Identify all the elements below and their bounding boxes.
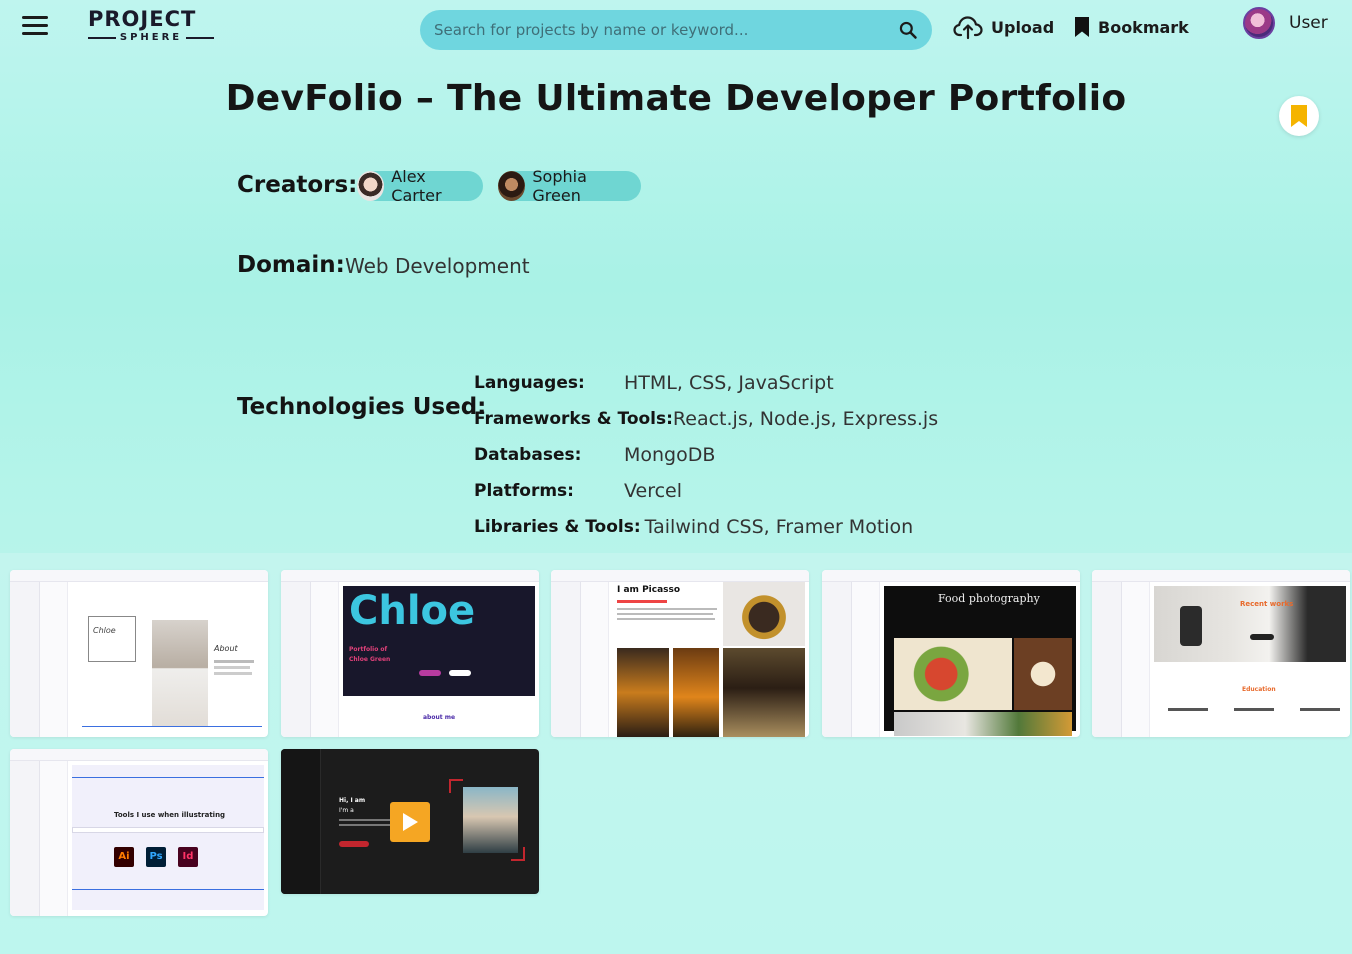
search-bar	[420, 10, 932, 50]
tech-row-libraries: Libraries & Tools: Tailwind CSS, Framer …	[474, 513, 913, 541]
bookmark-icon	[1075, 17, 1089, 37]
thumb-text: I am Picasso	[617, 585, 681, 595]
avatar	[498, 171, 526, 201]
bookmark-icon	[1291, 105, 1307, 127]
search-input[interactable]	[434, 10, 884, 50]
tech-value: HTML, CSS, JavaScript	[624, 372, 834, 394]
tech-value: Vercel	[624, 480, 683, 502]
gallery-thumbnail[interactable]: I am Picasso	[551, 570, 809, 737]
play-icon	[403, 813, 418, 831]
thumb-text: Recent works	[1240, 600, 1294, 608]
creator-name: Sophia Green	[532, 167, 587, 205]
gallery-thumbnail[interactable]: Chloe About	[10, 570, 268, 737]
thumb-text: Food photography	[938, 592, 1040, 605]
gallery-thumbnail[interactable]: Food photography	[822, 570, 1080, 737]
thumb-text: about me	[423, 714, 456, 721]
thumb-text: Hi, I am	[339, 797, 366, 804]
photoshop-icon: Ps	[146, 847, 166, 867]
thumb-text: Chloe	[93, 626, 116, 635]
tech-row-languages: Languages: HTML, CSS, JavaScript	[474, 369, 974, 397]
gallery-video-thumbnail[interactable]: Hi, I am I'm a	[281, 749, 539, 894]
thumb-text: Chloe Green	[349, 656, 391, 663]
bookmark-nav-button[interactable]: Bookmark	[1074, 12, 1189, 42]
upload-button[interactable]: Upload	[953, 12, 1054, 42]
user-menu[interactable]: User	[1243, 7, 1328, 39]
top-navbar: PROJECT SPHERE Upload Bookmark User	[0, 0, 1352, 60]
search-icon[interactable]	[898, 20, 918, 40]
tech-row-platforms: Platforms: Vercel	[474, 477, 974, 505]
tech-value: MongoDB	[624, 444, 716, 466]
logo-sub-text: SPHERE	[119, 32, 183, 43]
user-label: User	[1289, 13, 1328, 33]
creator-chip[interactable]: Sophia Green	[498, 167, 641, 205]
domain-label: Domain:	[237, 252, 345, 278]
tech-value: Tailwind CSS, Framer Motion	[644, 516, 914, 538]
avatar	[357, 171, 385, 201]
creator-chip[interactable]: Alex Carter	[357, 167, 483, 205]
gallery-thumbnail[interactable]: Tools I use when illustrating Ai Ps Id	[10, 749, 268, 916]
tech-key: Libraries & Tools:	[474, 517, 641, 537]
thumb-text: I'm a	[339, 807, 354, 814]
creators-label: Creators:	[237, 172, 358, 198]
thumb-text: Tools I use when illustrating	[114, 811, 226, 819]
logo-main-text: PROJECT	[88, 7, 197, 31]
hamburger-menu-icon[interactable]	[22, 16, 48, 36]
thumb-text: About	[214, 644, 238, 653]
user-avatar	[1243, 7, 1275, 39]
bookmark-project-button[interactable]	[1279, 96, 1319, 136]
technologies-label: Technologies Used:	[237, 394, 487, 420]
thumb-text: Portfolio of	[349, 646, 388, 653]
illustrator-icon: Ai	[114, 847, 134, 867]
creator-name: Alex Carter	[391, 167, 442, 205]
tech-row-frameworks: Frameworks & Tools: React.js, Node.js, E…	[474, 405, 938, 433]
gallery-thumbnail[interactable]: Chloe Portfolio of Chloe Green about me	[281, 570, 539, 737]
thumb-text: Education	[1242, 686, 1276, 693]
upload-label: Upload	[991, 17, 1055, 37]
logo[interactable]: PROJECT SPHERE	[88, 7, 215, 44]
tech-key: Platforms:	[474, 481, 574, 501]
thumb-text: Chloe	[349, 588, 476, 634]
play-button[interactable]	[390, 802, 430, 842]
tech-key: Frameworks & Tools:	[474, 409, 673, 429]
gallery-thumbnail[interactable]: Recent works Education	[1092, 570, 1350, 737]
cloud-upload-icon	[953, 16, 983, 40]
tech-key: Languages:	[474, 373, 585, 393]
domain-value: Web Development	[345, 254, 530, 278]
tech-key: Databases:	[474, 445, 582, 465]
tech-row-databases: Databases: MongoDB	[474, 441, 974, 469]
indesign-icon: Id	[178, 847, 198, 867]
tech-value: React.js, Node.js, Express.js	[672, 408, 939, 430]
bookmark-label: Bookmark	[1098, 17, 1189, 37]
project-title: DevFolio – The Ultimate Developer Portfo…	[225, 78, 1127, 119]
